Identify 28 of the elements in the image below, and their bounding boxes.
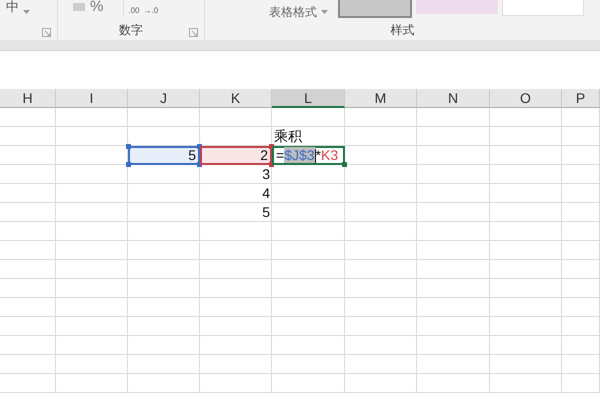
column-header[interactable]: J <box>128 89 200 108</box>
column-header[interactable]: K <box>200 89 272 108</box>
percent-button[interactable]: % <box>90 0 104 15</box>
formula-cell[interactable]: =$J$3*K3 <box>272 146 345 165</box>
group-label: 样式 <box>390 22 414 38</box>
table-cell: 2 <box>200 146 272 165</box>
caret-icon <box>321 10 328 14</box>
increase-decimal-button[interactable]: .00 <box>128 6 140 15</box>
decrease-decimal-button[interactable]: →.0 <box>143 6 158 15</box>
table-cell: 5 <box>128 146 200 165</box>
dialog-launcher-icon[interactable] <box>42 28 51 37</box>
column-header[interactable]: M <box>345 89 417 108</box>
dialog-launcher-icon[interactable] <box>189 28 198 37</box>
table-cell-text: 4 <box>261 184 271 203</box>
column-header[interactable]: O <box>490 89 562 108</box>
column-header[interactable]: L <box>272 89 345 108</box>
format-as-table-button[interactable]: 表格格式 <box>269 4 317 21</box>
column-header[interactable]: N <box>417 89 490 108</box>
table-cell-text: 乘积 <box>273 127 303 146</box>
column-header[interactable]: I <box>56 89 128 108</box>
column-header[interactable]: P <box>562 89 600 108</box>
cell-style-swatch[interactable] <box>338 0 412 18</box>
merge-center-button[interactable]: 中 <box>6 0 19 16</box>
column-header[interactable]: H <box>0 89 56 108</box>
group-label: 数字 <box>119 22 143 38</box>
caret-icon <box>23 10 30 14</box>
table-cell-text: 5 <box>261 203 271 222</box>
table-cell-text: 3 <box>261 165 271 184</box>
